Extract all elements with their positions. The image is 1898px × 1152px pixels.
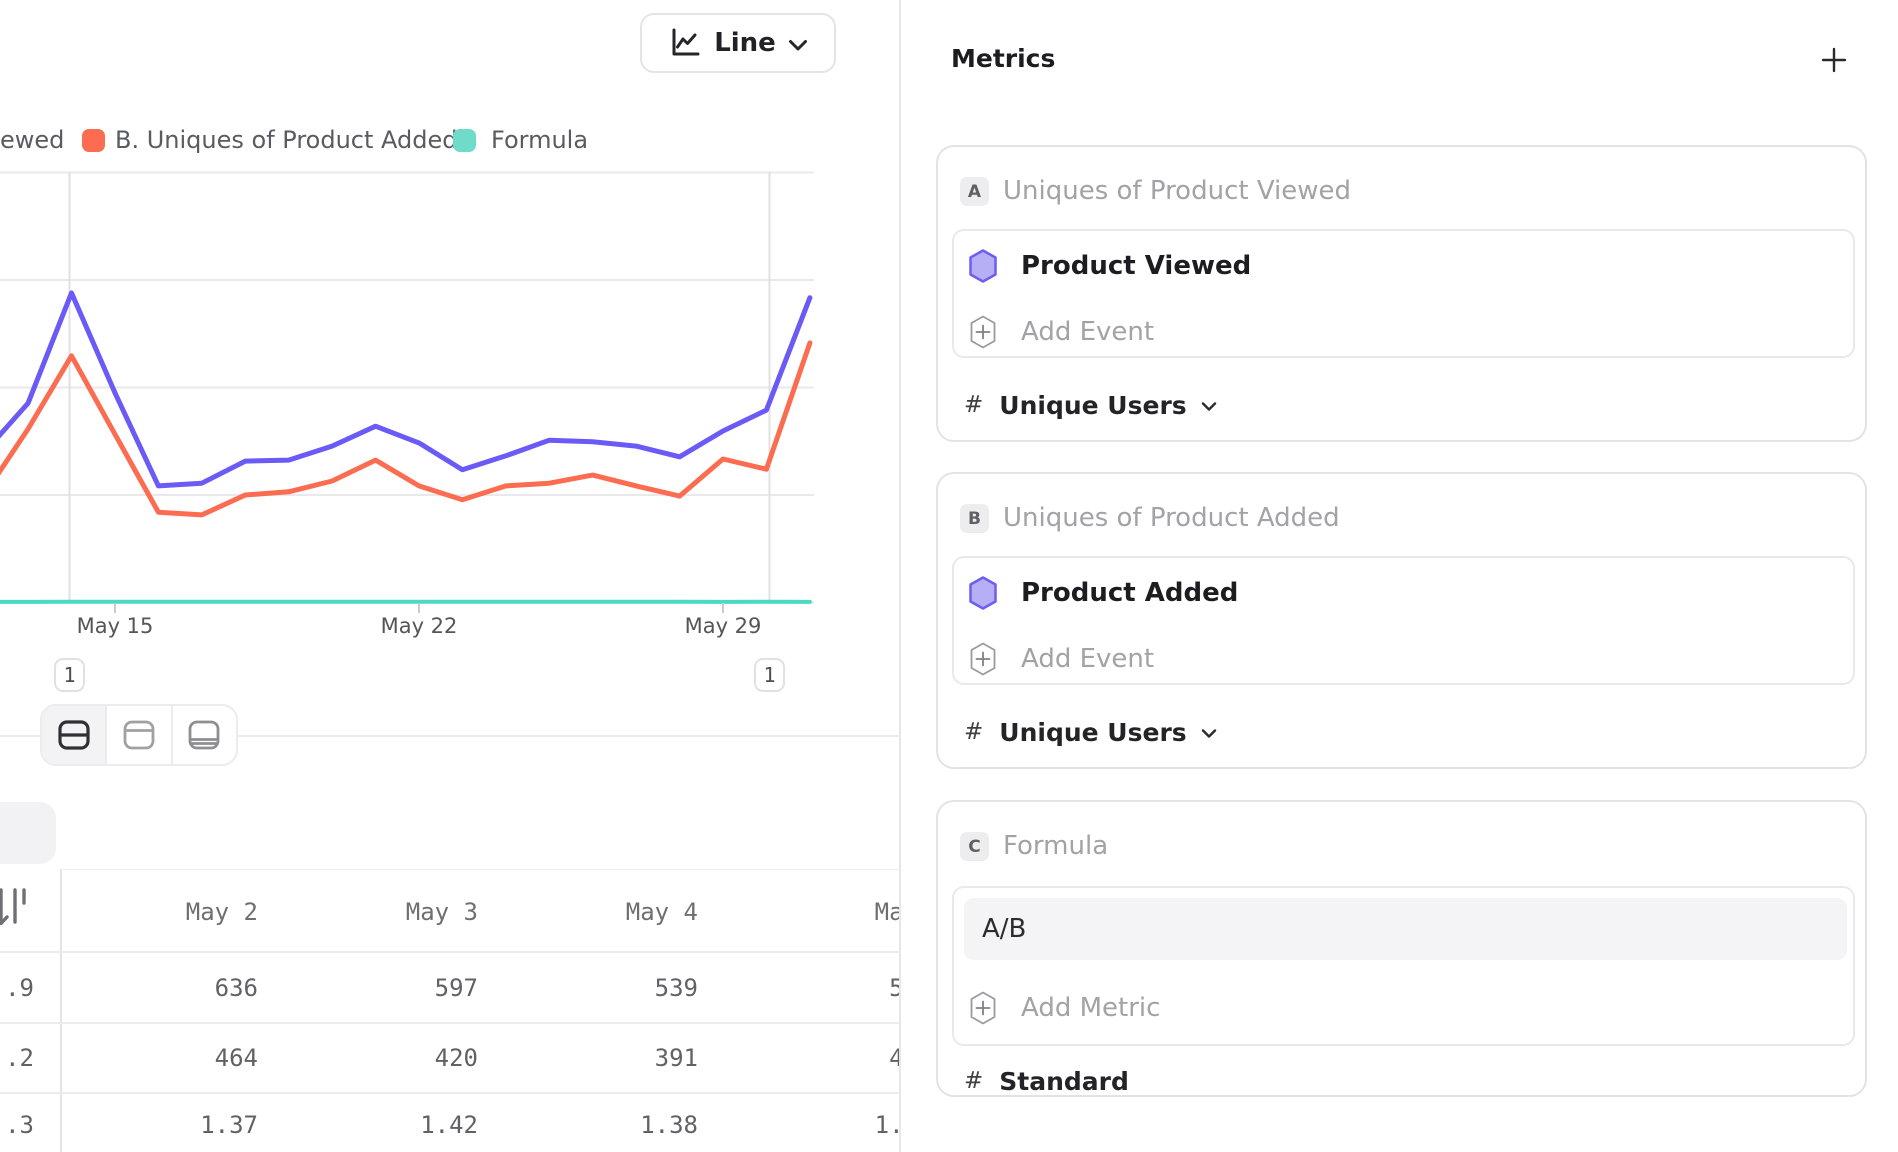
- legend-item-a[interactable]: ewed: [0, 126, 64, 154]
- chart-legend: ewed B. Uniques of Product Added Formula: [0, 126, 899, 156]
- table-cell-partial: .9: [0, 974, 34, 1002]
- legend-item-formula[interactable]: Formula: [491, 126, 588, 154]
- table-cell: 597: [278, 974, 478, 1002]
- annotation-badge[interactable]: 1: [754, 658, 785, 692]
- axis-tick: [114, 603, 116, 613]
- metric-card-c: C Formula A/B Add Metric # Standard: [936, 800, 1867, 1097]
- metric-card-a: A Uniques of Product Viewed Product View…: [936, 145, 1867, 442]
- chart-gridlines: [0, 173, 814, 603]
- top-panel-icon: [121, 717, 157, 753]
- table-header[interactable]: May 3: [278, 898, 478, 926]
- layout-view-toggle: [40, 704, 238, 766]
- sort-descending-icon[interactable]: [0, 886, 32, 930]
- add-metric-plus-button[interactable]: [1819, 45, 1849, 75]
- hash-icon: #: [964, 392, 983, 418]
- table-cell: 391: [498, 1044, 698, 1072]
- bottom-panel-icon: [186, 717, 222, 753]
- metric-badge-b: B: [960, 504, 989, 533]
- legend-swatch-formula: [453, 129, 476, 152]
- add-metric-button[interactable]: Add Metric: [1021, 991, 1160, 1025]
- table-border: [0, 1092, 899, 1094]
- series-line-2[interactable]: [0, 343, 810, 515]
- table-cell: 1.42: [278, 1111, 478, 1139]
- toggle-top-panel[interactable]: [105, 706, 172, 764]
- legend-item-b[interactable]: B. Uniques of Product Added: [115, 126, 458, 154]
- table-cell: 1.37: [58, 1111, 258, 1139]
- hexagon-plus-icon[interactable]: [970, 315, 996, 349]
- line-chart-icon: [668, 26, 702, 60]
- chevron-down-icon: [1201, 729, 1217, 739]
- annotation-badge[interactable]: 1: [54, 658, 85, 692]
- event-list: Product Added Add Event: [952, 556, 1855, 685]
- table-cell: 1.2: [718, 1111, 899, 1139]
- truncated-chip[interactable]: [0, 802, 56, 864]
- table-cell: 636: [58, 974, 258, 1002]
- measurement-dropdown[interactable]: # Unique Users: [964, 390, 1217, 420]
- metric-title: Uniques of Product Added: [1003, 504, 1340, 533]
- table-cell: 464: [58, 1044, 258, 1072]
- metrics-panel-title: Metrics: [951, 44, 1055, 73]
- metrics-panel: Metrics A Uniques of Product Viewed Prod…: [899, 0, 1898, 1152]
- hexagon-plus-icon[interactable]: [970, 991, 996, 1025]
- x-axis-label: May 15: [45, 614, 185, 638]
- event-list: Product Viewed Add Event: [952, 229, 1855, 358]
- add-event-button[interactable]: Add Event: [1021, 642, 1154, 676]
- table-cell: 46: [718, 1044, 899, 1072]
- toggle-split-rows[interactable]: [42, 706, 105, 764]
- add-event-button[interactable]: Add Event: [1021, 315, 1154, 349]
- hexagon-icon: [969, 576, 997, 610]
- chart-type-label: Line: [714, 28, 776, 58]
- hash-icon: #: [964, 719, 983, 745]
- table-cell: 59: [718, 974, 899, 1002]
- table-border: [0, 1022, 899, 1024]
- metric-title: Uniques of Product Viewed: [1003, 177, 1351, 206]
- table-cell: 420: [278, 1044, 478, 1072]
- x-axis-label: May 29: [653, 614, 793, 638]
- table-header[interactable]: May: [718, 898, 899, 926]
- measurement-type[interactable]: # Standard: [964, 1066, 1129, 1096]
- line-chart: [0, 170, 814, 610]
- chevron-down-icon: [788, 39, 808, 52]
- x-axis-label: May 22: [349, 614, 489, 638]
- chart-type-button[interactable]: Line: [640, 13, 836, 73]
- table-cell: 1.38: [498, 1111, 698, 1139]
- table-cell: 539: [498, 974, 698, 1002]
- split-rows-icon: [56, 717, 92, 753]
- table-cell-partial: .2: [0, 1044, 34, 1072]
- metric-title: Formula: [1003, 832, 1108, 861]
- toggle-bottom-panel[interactable]: [173, 706, 236, 764]
- table-header[interactable]: May 2: [58, 898, 258, 926]
- formula-editor: A/B Add Metric: [952, 886, 1855, 1046]
- axis-tick: [722, 603, 724, 613]
- table-border: [0, 951, 899, 953]
- chart-series-lines: [0, 293, 810, 602]
- table-border: [60, 869, 899, 870]
- hash-icon: #: [964, 1068, 983, 1094]
- series-line-1[interactable]: [0, 293, 810, 486]
- table-cell-partial: .3: [0, 1111, 34, 1139]
- hexagon-plus-icon[interactable]: [970, 642, 996, 676]
- event-row[interactable]: Product Added: [1021, 576, 1238, 610]
- formula-input[interactable]: A/B: [964, 898, 1847, 960]
- chevron-down-icon: [1201, 402, 1217, 412]
- chart-panel: Line ewed B. Uniques of Product Added Fo…: [0, 0, 899, 1152]
- measurement-dropdown[interactable]: # Unique Users: [964, 717, 1217, 747]
- axis-tick: [418, 603, 420, 613]
- metric-badge-a: A: [960, 177, 989, 206]
- metric-card-b: B Uniques of Product Added Product Added…: [936, 472, 1867, 769]
- hexagon-icon: [969, 249, 997, 283]
- event-row[interactable]: Product Viewed: [1021, 249, 1251, 283]
- legend-swatch-b: [82, 129, 105, 152]
- table-header[interactable]: May 4: [498, 898, 698, 926]
- metric-badge-c: C: [960, 832, 989, 861]
